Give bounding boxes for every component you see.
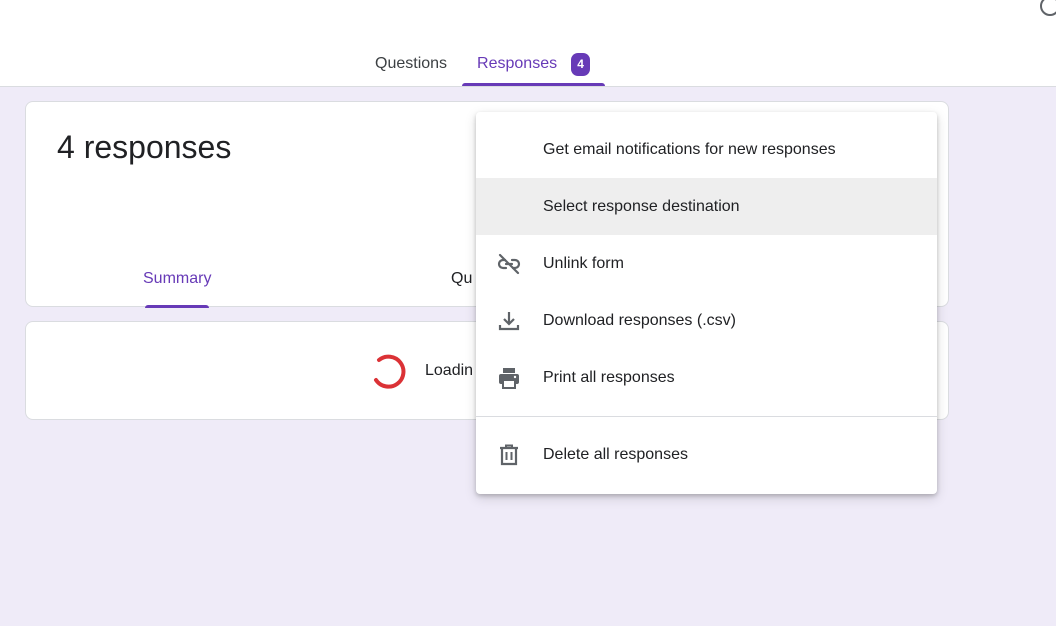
menu-item-download-csv[interactable]: Download responses (.csv) (476, 292, 937, 349)
menu-item-label: Download responses (.csv) (543, 311, 736, 329)
print-icon (496, 365, 522, 391)
tab-questions[interactable]: Questions (360, 0, 462, 86)
menu-divider (476, 416, 937, 417)
tab-questions-label: Questions (375, 55, 448, 72)
loading-text: Loadin (425, 362, 474, 379)
menu-item-delete-all[interactable]: Delete all responses (476, 426, 937, 483)
menu-item-label: Unlink form (543, 254, 624, 272)
menu-item-label: Select response destination (543, 197, 740, 215)
download-icon (496, 308, 522, 334)
menu-item-unlink-form[interactable]: Unlink form (476, 235, 937, 292)
tab-responses[interactable]: Responses 4 (462, 0, 606, 86)
trash-icon (496, 442, 522, 468)
link-off-icon (496, 251, 522, 277)
forms-header: Questions Responses 4 (0, 0, 1056, 87)
menu-item-label: Get email notifications for new response… (543, 140, 836, 158)
responses-count-title: 4 responses (57, 129, 232, 165)
loading-spinner-icon (374, 354, 406, 389)
subtab-summary[interactable]: Summary (143, 262, 211, 308)
form-tabs: Questions Responses 4 (360, 0, 606, 86)
menu-item-label: Print all responses (543, 368, 675, 386)
palette-icon[interactable] (1038, 0, 1056, 18)
menu-item-print-all[interactable]: Print all responses (476, 349, 937, 406)
responses-count-badge: 4 (571, 52, 591, 76)
responses-more-menu: Get email notifications for new response… (476, 112, 937, 494)
menu-item-email-notifications[interactable]: Get email notifications for new response… (476, 121, 937, 178)
menu-item-label: Delete all responses (543, 445, 688, 463)
tab-responses-label: Responses (477, 55, 558, 72)
menu-item-select-destination[interactable]: Select response destination (476, 178, 937, 235)
